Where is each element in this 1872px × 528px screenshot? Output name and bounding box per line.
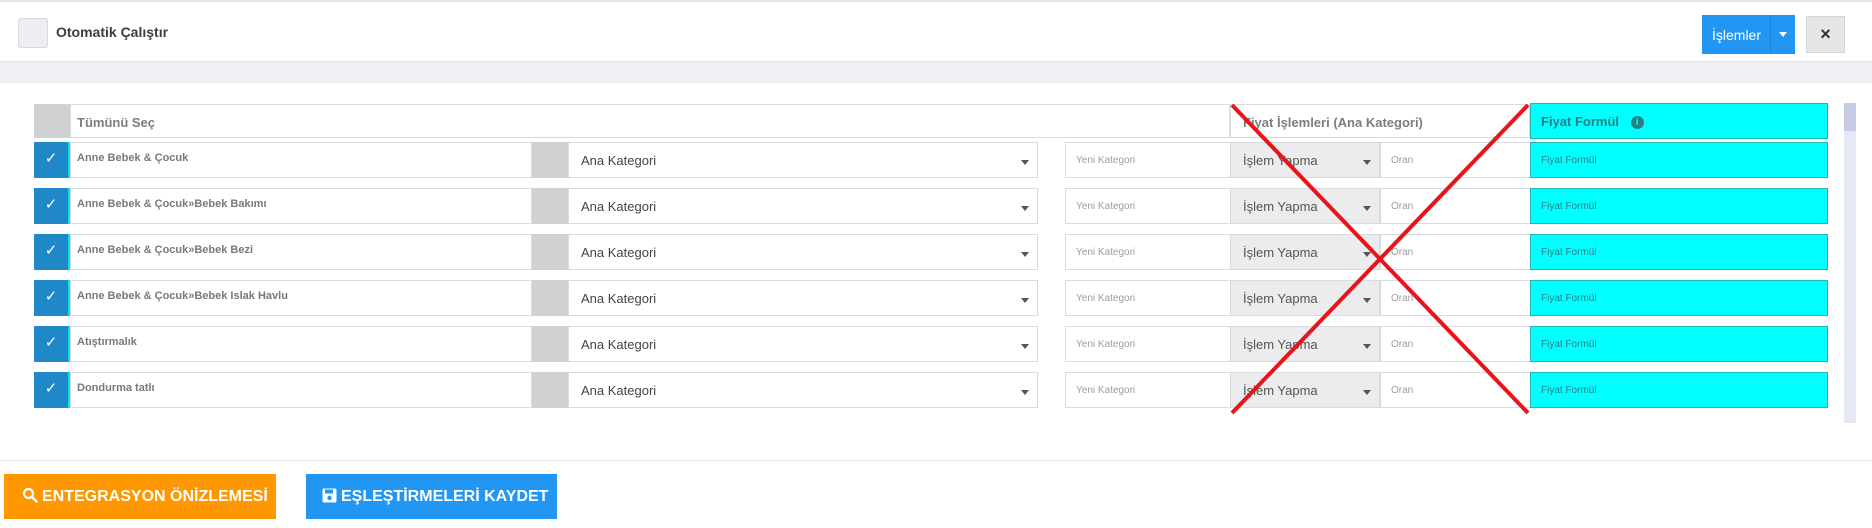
price-formula-input[interactable]: Fiyat Formül xyxy=(1530,280,1828,316)
search-icon xyxy=(22,487,38,503)
caret-down-icon xyxy=(1021,344,1029,349)
floppy-disk-icon xyxy=(322,488,337,502)
category-select-value: Ana Kategori xyxy=(581,291,657,306)
table-row: ✓ Anne Bebek & Çocuk»Bebek Bezi Ana Katego… xyxy=(34,232,1828,272)
table-row: ✓ Anne Bebek & Çocuk»Bebek Islak Havlu Ana… xyxy=(34,278,1828,318)
category-select[interactable]: Ana Kategori xyxy=(568,372,1038,408)
category-name: Atıştırmalık xyxy=(70,326,532,362)
category-select[interactable]: Ana Kategori xyxy=(568,326,1038,362)
row-checkbox[interactable]: ✓ xyxy=(34,326,70,362)
check-icon: ✓ xyxy=(34,142,68,178)
caret-down-icon xyxy=(1021,252,1029,257)
category-toggle[interactable] xyxy=(532,280,568,316)
price-formula-input[interactable]: Fiyat Formül xyxy=(1530,372,1828,408)
row-checkbox[interactable]: ✓ xyxy=(34,280,70,316)
select-all-label: Tümünü Seç xyxy=(70,104,1230,138)
scrollbar-thumb[interactable] xyxy=(1844,103,1856,131)
category-select[interactable]: Ana Kategori xyxy=(568,142,1038,178)
category-select-value: Ana Kategori xyxy=(581,245,657,260)
caret-down-icon xyxy=(1021,390,1029,395)
price-formula-input[interactable]: Fiyat Formül xyxy=(1530,142,1828,178)
red-cross-overlay xyxy=(1230,103,1530,415)
caret-down-icon xyxy=(1021,206,1029,211)
category-name: Anne Bebek & Çocuk»Bebek Bakımı xyxy=(70,188,532,224)
check-icon: ✓ xyxy=(34,188,68,224)
category-select-value: Ana Kategori xyxy=(581,383,657,398)
table-row: ✓ Atıştırmalık Ana Kategori Yeni Kategori İş… xyxy=(34,324,1828,364)
footer-bar xyxy=(0,460,1872,528)
category-select-value: Ana Kategori xyxy=(581,199,657,214)
category-toggle[interactable] xyxy=(532,372,568,408)
category-toggle[interactable] xyxy=(532,188,568,224)
price-formula-input[interactable]: Fiyat Formül xyxy=(1530,234,1828,270)
category-select-value: Ana Kategori xyxy=(581,337,657,352)
check-icon: ✓ xyxy=(34,326,68,362)
top-toolbar: Otomatik Çalıştır İşlemler × xyxy=(0,0,1872,62)
table-row: ✓ Anne Bebek & Çocuk Ana Kategori Yeni Kate… xyxy=(34,140,1828,180)
table-row: ✓ Dondurma tatlı Ana Kategori Yeni Kategori… xyxy=(34,370,1828,410)
row-checkbox[interactable]: ✓ xyxy=(34,372,70,408)
info-icon[interactable]: i xyxy=(1630,116,1644,130)
integration-preview-label: ENTEGRASYON ÖNİZLEMESİ xyxy=(42,488,268,505)
category-select[interactable]: Ana Kategori xyxy=(568,188,1038,224)
category-name: Anne Bebek & Çocuk xyxy=(70,142,532,178)
caret-down-icon xyxy=(1779,32,1787,37)
button-divider xyxy=(1770,15,1771,54)
operations-label: İşlemler xyxy=(1712,26,1762,43)
price-formula-header-label: Fiyat Formül xyxy=(1541,114,1620,129)
check-icon: ✓ xyxy=(34,372,68,408)
category-select[interactable]: Ana Kategori xyxy=(568,280,1038,316)
close-button[interactable]: × xyxy=(1806,16,1845,53)
category-name: Dondurma tatlı xyxy=(70,372,532,408)
auto-run-label: Otomatik Çalıştır xyxy=(56,24,169,40)
category-name: Anne Bebek & Çocuk»Bebek Islak Havlu xyxy=(70,280,532,316)
price-formula-header: Fiyat Formül i xyxy=(1530,103,1828,139)
category-select[interactable]: Ana Kategori xyxy=(568,234,1038,270)
check-icon: ✓ xyxy=(34,280,68,316)
scrollbar-track[interactable] xyxy=(1844,103,1856,423)
save-mappings-label: EŞLEŞTİRMELERİ KAYDET xyxy=(341,487,549,505)
category-toggle[interactable] xyxy=(532,142,568,178)
category-toggle[interactable] xyxy=(532,326,568,362)
row-checkbox[interactable]: ✓ xyxy=(34,142,70,178)
price-formula-input[interactable]: Fiyat Formül xyxy=(1530,188,1828,224)
price-formula-input[interactable]: Fiyat Formül xyxy=(1530,326,1828,362)
row-checkbox[interactable]: ✓ xyxy=(34,188,70,224)
table-row: ✓ Anne Bebek & Çocuk»Bebek Bakımı Ana Kate… xyxy=(34,186,1828,226)
integration-preview-button[interactable]: ENTEGRASYON ÖNİZLEMESİ xyxy=(4,474,276,519)
auto-run-checkbox[interactable] xyxy=(18,18,48,48)
check-icon: ✓ xyxy=(34,234,68,270)
save-mappings-button[interactable]: EŞLEŞTİRMELERİ KAYDET xyxy=(306,474,557,519)
category-toggle[interactable] xyxy=(532,234,568,270)
row-checkbox[interactable]: ✓ xyxy=(34,234,70,270)
category-name: Anne Bebek & Çocuk»Bebek Bezi xyxy=(70,234,532,270)
operations-dropdown-button[interactable]: İşlemler xyxy=(1702,15,1795,54)
select-all-checkbox[interactable] xyxy=(34,104,70,138)
caret-down-icon xyxy=(1021,298,1029,303)
category-select-value: Ana Kategori xyxy=(581,153,657,168)
caret-down-icon xyxy=(1021,160,1029,165)
